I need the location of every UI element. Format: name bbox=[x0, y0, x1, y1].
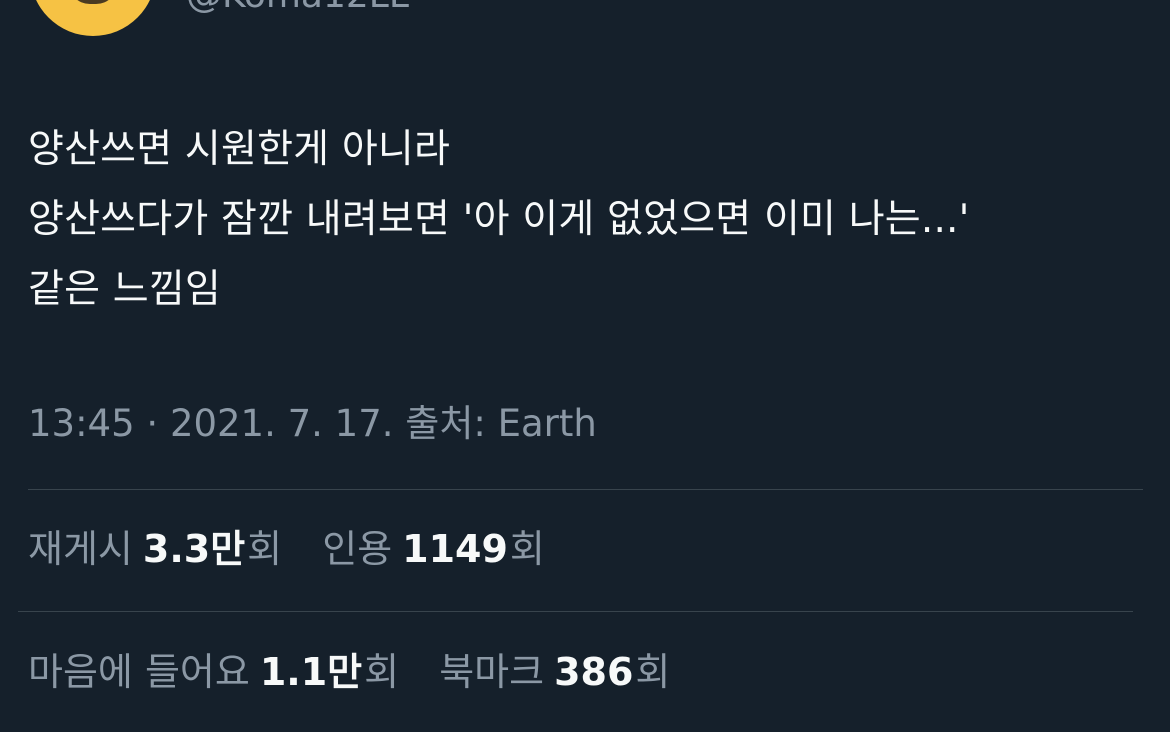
bookmarks-stat[interactable]: 북마크 386회 bbox=[439, 647, 670, 697]
divider bbox=[28, 489, 1143, 490]
avatar-image bbox=[68, 0, 118, 4]
meta-separator: · bbox=[146, 402, 159, 445]
likes-stat[interactable]: 마음에 들어요 1.1만회 bbox=[28, 647, 399, 697]
retweets-unit: 회 bbox=[247, 527, 283, 571]
bookmarks-label: 북마크 bbox=[439, 650, 545, 694]
quotes-stat[interactable]: 인용 1149회 bbox=[322, 524, 545, 574]
likes-count: 1.1만 bbox=[259, 650, 363, 694]
stats-row: 마음에 들어요 1.1만회 북마크 386회 bbox=[28, 647, 698, 697]
likes-unit: 회 bbox=[364, 650, 400, 694]
divider bbox=[18, 611, 1133, 612]
tweet-time[interactable]: 13:45 bbox=[28, 402, 135, 445]
source-link[interactable]: Earth bbox=[498, 402, 597, 445]
quotes-count: 1149 bbox=[402, 527, 508, 571]
bookmarks-unit: 회 bbox=[635, 650, 671, 694]
source-label: 출처: bbox=[405, 402, 486, 445]
quotes-label: 인용 bbox=[322, 527, 393, 571]
bookmarks-count: 386 bbox=[554, 650, 634, 694]
tweet-text: 양산쓰면 시원한게 아니라 양산쓰다가 잠깐 내려보면 '아 이게 없었으면 이… bbox=[28, 115, 1148, 325]
tweet-line: 양산쓰다가 잠깐 내려보면 '아 이게 없었으면 이미 나는...' bbox=[28, 197, 970, 242]
quotes-unit: 회 bbox=[509, 527, 545, 571]
likes-label: 마음에 들어요 bbox=[28, 650, 250, 694]
user-handle[interactable]: @Koma12LL bbox=[186, 0, 409, 14]
tweet-line: 같은 느낌임 bbox=[28, 267, 221, 312]
retweets-count: 3.3만 bbox=[142, 527, 246, 571]
stats-row: 재게시 3.3만회 인용 1149회 bbox=[28, 524, 573, 574]
tweet-metadata: 13:45 · 2021. 7. 17. 출처: Earth bbox=[28, 400, 597, 448]
retweets-label: 재게시 bbox=[28, 527, 133, 571]
retweets-stat[interactable]: 재게시 3.3만회 bbox=[28, 524, 282, 574]
tweet-line: 양산쓰면 시원한게 아니라 bbox=[28, 127, 451, 172]
avatar[interactable] bbox=[30, 0, 156, 36]
tweet-date[interactable]: 2021. 7. 17. bbox=[170, 402, 394, 445]
